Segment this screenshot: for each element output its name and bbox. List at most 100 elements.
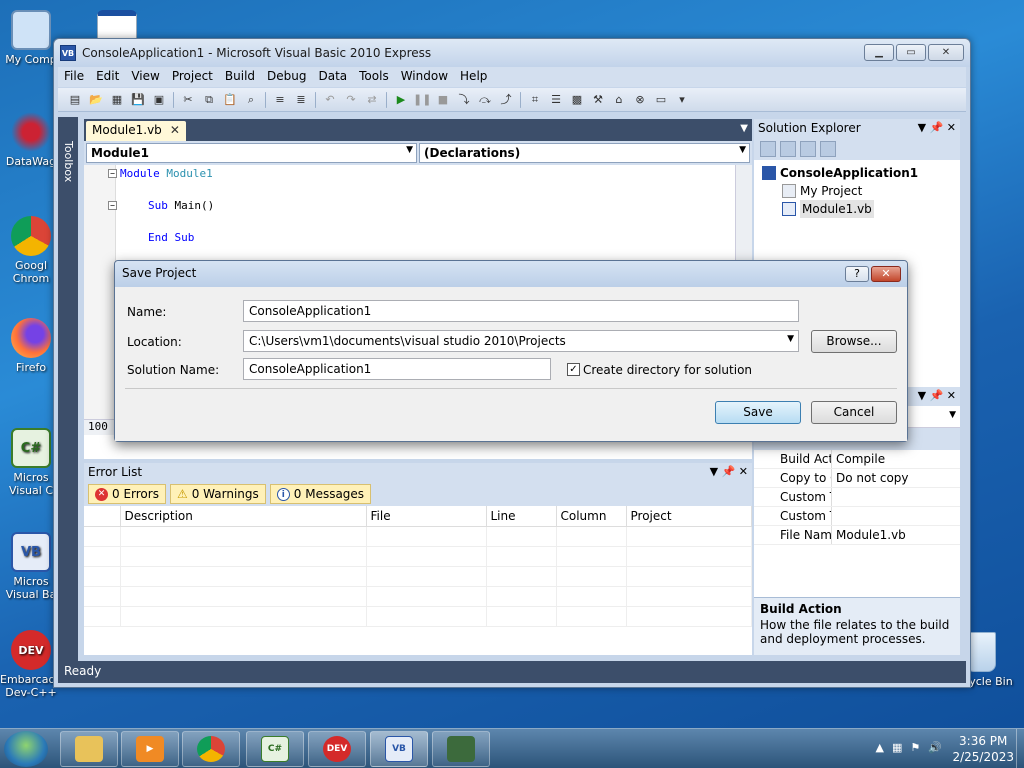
pin-icon[interactable]: 📌 bbox=[930, 389, 944, 402]
start-page-icon[interactable]: ⌂ bbox=[610, 91, 628, 109]
tab-module1[interactable]: Module1.vb ✕ bbox=[86, 121, 186, 141]
menu-build[interactable]: Build bbox=[219, 67, 261, 87]
save-icon[interactable]: 💾 bbox=[129, 91, 147, 109]
properties-icon[interactable]: ☰ bbox=[547, 91, 565, 109]
column-header-file[interactable]: File bbox=[366, 506, 487, 527]
error-list-icon[interactable]: ⊗ bbox=[631, 91, 649, 109]
browse-button[interactable]: Browse... bbox=[811, 330, 897, 353]
pin-icon[interactable]: 📌 bbox=[722, 465, 736, 478]
create-directory-checkbox[interactable]: ✓ bbox=[567, 363, 580, 376]
copy-icon[interactable]: ⧉ bbox=[200, 91, 218, 109]
view-code-icon[interactable] bbox=[820, 141, 836, 157]
close-panel-icon[interactable]: ✕ bbox=[739, 465, 748, 478]
paste-icon[interactable]: 📋 bbox=[221, 91, 239, 109]
toolbar-options-icon[interactable]: ▾ bbox=[673, 91, 691, 109]
undo-icon[interactable]: ↶ bbox=[321, 91, 339, 109]
column-header-description[interactable]: Description bbox=[120, 506, 367, 527]
find-icon[interactable]: ⌕ bbox=[242, 91, 260, 109]
property-row[interactable]: Custom Tool bbox=[754, 507, 960, 526]
show-desktop-button[interactable] bbox=[1016, 729, 1024, 768]
volume-icon[interactable]: 🔊 bbox=[928, 741, 942, 754]
collapse-sub-icon[interactable]: − bbox=[108, 201, 117, 210]
menu-debug[interactable]: Debug bbox=[261, 67, 312, 87]
save-all-icon[interactable]: ▣ bbox=[150, 91, 168, 109]
start-debugging-icon[interactable]: ▶ bbox=[392, 91, 410, 109]
step-out-icon[interactable]: ⤴ bbox=[497, 91, 515, 109]
properties-icon[interactable] bbox=[760, 141, 776, 157]
help-button[interactable]: ? bbox=[845, 266, 869, 282]
taskbar-devcpp[interactable]: DEV bbox=[308, 731, 366, 767]
property-row[interactable]: Custom Tool bbox=[754, 488, 960, 507]
taskbar-visual-basic[interactable]: VB bbox=[370, 731, 428, 767]
solution-name-field[interactable]: ConsoleApplication1 bbox=[243, 358, 551, 380]
close-tab-icon[interactable]: ✕ bbox=[170, 123, 180, 137]
new-project-icon[interactable]: ▤ bbox=[66, 91, 84, 109]
errors-filter-button[interactable]: ✕ 0 Errors bbox=[88, 484, 166, 504]
tab-list-dropdown-icon[interactable]: ▼ bbox=[740, 123, 748, 134]
add-item-icon[interactable]: ▦ bbox=[108, 91, 126, 109]
step-into-icon[interactable]: ⤵ bbox=[455, 91, 473, 109]
output-icon[interactable]: ▭ bbox=[652, 91, 670, 109]
menu-file[interactable]: File bbox=[58, 67, 90, 87]
pin-icon[interactable]: 📌 bbox=[930, 121, 944, 134]
menu-data[interactable]: Data bbox=[312, 67, 353, 87]
solution-explorer-icon[interactable]: ⌗ bbox=[526, 91, 544, 109]
flag-icon[interactable]: ⚑ bbox=[910, 741, 920, 754]
pause-icon[interactable]: ❚❚ bbox=[413, 91, 431, 109]
member-dropdown[interactable]: (Declarations) ▼ bbox=[419, 143, 750, 163]
step-over-icon[interactable]: ⤼ bbox=[476, 91, 494, 109]
toolbox-sidebar[interactable]: Toolbox bbox=[58, 117, 78, 663]
column-header-icon[interactable] bbox=[84, 506, 121, 527]
taskbar-explorer[interactable] bbox=[60, 731, 118, 767]
window-titlebar[interactable]: VB ConsoleApplication1 - Microsoft Visua… bbox=[54, 39, 970, 67]
open-file-icon[interactable]: 📂 bbox=[87, 91, 105, 109]
menu-edit[interactable]: Edit bbox=[90, 67, 125, 87]
object-dropdown[interactable]: Module1 ▼ bbox=[86, 143, 417, 163]
network-icon[interactable]: ▦ bbox=[892, 741, 902, 754]
menu-help[interactable]: Help bbox=[454, 67, 493, 87]
toolbox-icon[interactable]: ⚒ bbox=[589, 91, 607, 109]
start-button[interactable] bbox=[4, 731, 48, 767]
property-row[interactable]: Copy to Outp Do not copy bbox=[754, 469, 960, 488]
show-all-files-icon[interactable] bbox=[780, 141, 796, 157]
taskbar-chrome[interactable] bbox=[182, 731, 240, 767]
close-panel-icon[interactable]: ✕ bbox=[947, 121, 956, 134]
dialog-close-button[interactable]: ✕ bbox=[871, 266, 901, 282]
close-button[interactable]: ✕ bbox=[928, 44, 964, 61]
dialog-titlebar[interactable]: Save Project ? ✕ bbox=[115, 261, 907, 287]
menu-project[interactable]: Project bbox=[166, 67, 219, 87]
tree-item-module1[interactable]: Module1.vb bbox=[762, 200, 952, 218]
tree-item-my-project[interactable]: My Project bbox=[762, 182, 952, 200]
column-header-project[interactable]: Project bbox=[626, 506, 752, 527]
messages-filter-button[interactable]: i0 Messages bbox=[269, 484, 372, 504]
property-row[interactable]: Build Action Compile bbox=[754, 450, 960, 469]
object-browser-icon[interactable]: ▩ bbox=[568, 91, 586, 109]
show-hidden-icons-icon[interactable]: ▲ bbox=[876, 741, 884, 754]
stop-icon[interactable]: ■ bbox=[434, 91, 452, 109]
chevron-down-icon[interactable]: ▼ bbox=[787, 334, 794, 344]
menu-tools[interactable]: Tools bbox=[353, 67, 395, 87]
column-header-line[interactable]: Line bbox=[486, 506, 557, 527]
taskbar-app[interactable] bbox=[432, 731, 490, 767]
uncomment-icon[interactable]: ≣ bbox=[292, 91, 310, 109]
name-field[interactable]: ConsoleApplication1 bbox=[243, 300, 799, 322]
collapse-module-icon[interactable]: − bbox=[108, 169, 117, 178]
save-button[interactable]: Save bbox=[715, 401, 801, 424]
cancel-button[interactable]: Cancel bbox=[811, 401, 897, 424]
clock[interactable]: 3:36 PM 2/25/2023 bbox=[952, 733, 1014, 765]
column-header-column[interactable]: Column bbox=[556, 506, 627, 527]
panel-dropdown-icon[interactable]: ▼ bbox=[918, 389, 926, 402]
cut-icon[interactable]: ✂ bbox=[179, 91, 197, 109]
maximize-button[interactable]: ▭ bbox=[896, 44, 926, 61]
close-panel-icon[interactable]: ✕ bbox=[947, 389, 956, 402]
taskbar-media-player[interactable]: ▶ bbox=[121, 731, 179, 767]
warnings-filter-button[interactable]: ⚠ 0 Warnings bbox=[169, 484, 266, 504]
navigate-icon[interactable]: ⇄ bbox=[363, 91, 381, 109]
tree-item-project[interactable]: ConsoleApplication1 bbox=[762, 164, 952, 182]
menu-view[interactable]: View bbox=[125, 67, 165, 87]
refresh-icon[interactable] bbox=[800, 141, 816, 157]
menu-window[interactable]: Window bbox=[395, 67, 454, 87]
panel-dropdown-icon[interactable]: ▼ bbox=[710, 465, 718, 478]
location-field[interactable]: C:\Users\vm1\documents\visual studio 201… bbox=[243, 330, 799, 352]
minimize-button[interactable]: ▁ bbox=[864, 44, 894, 61]
